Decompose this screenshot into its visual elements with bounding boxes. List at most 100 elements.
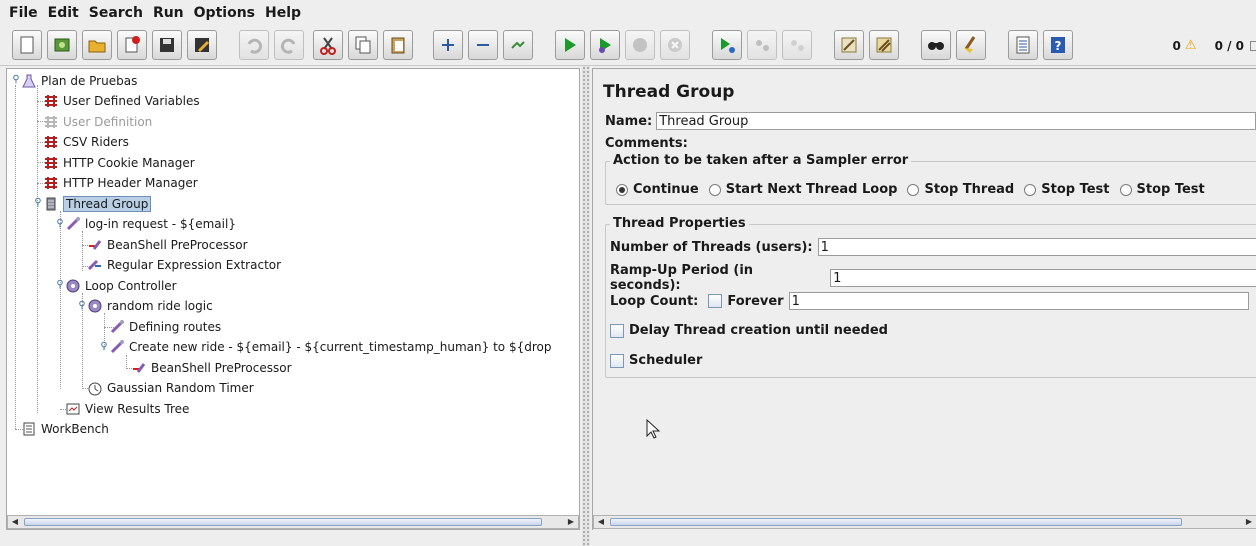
- radio-icon: [1024, 183, 1037, 196]
- clear-icon[interactable]: [834, 30, 864, 60]
- sampler-error-group: Action to be taken after a Sampler error…: [605, 153, 1256, 205]
- tree-item-log-in-request[interactable]: log-in request - ${email}: [65, 214, 236, 234]
- reset-search-icon[interactable]: [956, 30, 986, 60]
- expand-toggle-icon[interactable]: ⚲: [77, 301, 87, 311]
- tree-horizontal-scrollbar[interactable]: ◀ ▶: [7, 515, 579, 529]
- help-icon[interactable]: ?: [1043, 30, 1073, 60]
- threads-row: Number of Threads (users):: [610, 238, 1256, 256]
- preprocessor-icon: [87, 237, 103, 253]
- close-icon[interactable]: [117, 30, 147, 60]
- expand-toggle-icon[interactable]: ⚲: [55, 280, 65, 290]
- tree-item-defining-routes[interactable]: Defining routes: [109, 317, 221, 337]
- scroll-right-icon[interactable]: ▶: [565, 517, 577, 527]
- paste-icon[interactable]: [383, 30, 413, 60]
- scrollbar-thumb[interactable]: [24, 518, 542, 526]
- shutdown-icon[interactable]: [660, 30, 690, 60]
- menu-help[interactable]: Help: [265, 5, 301, 21]
- open-icon[interactable]: [82, 30, 112, 60]
- tree-item-plan-de-pruebas[interactable]: Plan de Pruebas: [21, 71, 137, 91]
- tree-item-view-results-tree[interactable]: View Results Tree: [65, 399, 189, 419]
- menu-search[interactable]: Search: [89, 5, 143, 21]
- redo-icon[interactable]: [274, 30, 304, 60]
- cut-icon[interactable]: [313, 30, 343, 60]
- radio-stop-test-now[interactable]: Stop Test: [1119, 182, 1205, 197]
- remote-stop-icon[interactable]: [747, 30, 777, 60]
- pane-splitter[interactable]: [582, 66, 590, 546]
- radio-start-next-thread-loop[interactable]: Start Next Thread Loop: [708, 182, 897, 197]
- delay-thread-checkbox[interactable]: [610, 323, 624, 338]
- copy-icon[interactable]: [348, 30, 378, 60]
- save-icon[interactable]: [152, 30, 182, 60]
- scrollbar-thumb[interactable]: [610, 518, 1182, 526]
- threads-input[interactable]: [817, 238, 1256, 256]
- expand-toggle-icon[interactable]: ⚲: [55, 219, 65, 229]
- scheduler-checkbox[interactable]: [610, 353, 624, 368]
- tree-item-thread-group[interactable]: Thread Group: [43, 194, 152, 214]
- status-counters: 0 ⚠ 0 / 0: [1173, 38, 1256, 53]
- sampler-error-options: Continue Start Next Thread Loop Stop Thr…: [616, 182, 1215, 197]
- rampup-input[interactable]: [830, 269, 1256, 287]
- listener-icon: [65, 401, 81, 417]
- delay-thread-label: Delay Thread creation until needed: [629, 323, 888, 338]
- expand-toggle-icon[interactable]: ⚲: [11, 75, 21, 85]
- tree-item-loop-controller[interactable]: Loop Controller: [65, 276, 177, 296]
- save-as-icon[interactable]: [187, 30, 217, 60]
- tree-item-regular-expression-extractor[interactable]: Regular Expression Extractor: [87, 255, 281, 275]
- controller-icon: [65, 278, 81, 294]
- start-no-pauses-icon[interactable]: [590, 30, 620, 60]
- tree-item-random-ride-logic[interactable]: random ride logic: [87, 296, 213, 316]
- tree-item-http-cookie-manager[interactable]: HTTP Cookie Manager: [43, 153, 195, 173]
- config-element-icon: [43, 93, 59, 109]
- name-row: Name:: [605, 112, 1256, 130]
- start-icon[interactable]: [555, 30, 585, 60]
- remote-shutdown-icon[interactable]: [782, 30, 812, 60]
- loop-count-input[interactable]: [788, 292, 1249, 310]
- log-toggle-icon[interactable]: [1250, 40, 1256, 51]
- panel-horizontal-scrollbar[interactable]: ◀ ▶: [593, 515, 1256, 529]
- name-input[interactable]: [656, 112, 1256, 130]
- stop-icon[interactable]: [625, 30, 655, 60]
- expand-toggle-icon[interactable]: ⚲: [99, 342, 109, 352]
- thread-properties-title: Thread Properties: [610, 216, 749, 231]
- tree-item-beanshell-preprocessor[interactable]: BeanShell PreProcessor: [87, 235, 248, 255]
- loop-count-row: Loop Count: Forever: [610, 292, 1249, 310]
- tree-item-gaussian-random-timer[interactable]: Gaussian Random Timer: [87, 378, 254, 398]
- warning-icon[interactable]: ⚠: [1185, 38, 1197, 53]
- tree-item-user-defined-variables[interactable]: User Defined Variables: [43, 91, 200, 111]
- collapse-icon[interactable]: [468, 30, 498, 60]
- radio-stop-thread[interactable]: Stop Thread: [907, 182, 1014, 197]
- tree-item-http-header-manager[interactable]: HTTP Header Manager: [43, 173, 198, 193]
- tree-connector: [37, 85, 38, 413]
- search-icon[interactable]: [921, 30, 951, 60]
- tree-item-beanshell-preprocessor-2[interactable]: BeanShell PreProcessor: [131, 358, 292, 378]
- menu-file[interactable]: File: [9, 5, 38, 21]
- remote-start-icon[interactable]: [712, 30, 742, 60]
- menu-edit[interactable]: Edit: [48, 5, 79, 21]
- radio-stop-test[interactable]: Stop Test: [1024, 182, 1110, 197]
- templates-icon[interactable]: [47, 30, 77, 60]
- error-count: 0: [1172, 38, 1181, 53]
- tree-item-csv-riders[interactable]: CSV Riders: [43, 132, 129, 152]
- scroll-right-icon[interactable]: ▶: [1243, 517, 1255, 527]
- undo-icon[interactable]: [239, 30, 269, 60]
- toggle-icon[interactable]: [503, 30, 533, 60]
- expand-toggle-icon[interactable]: ⚲: [33, 198, 43, 208]
- tree-item-workbench[interactable]: WorkBench: [21, 419, 109, 439]
- menu-options[interactable]: Options: [194, 5, 255, 21]
- menu-bar: File Edit Search Run Options Help: [0, 0, 1256, 26]
- new-icon[interactable]: [12, 30, 42, 60]
- sampler-icon: [109, 319, 125, 335]
- config-element-icon: [43, 114, 59, 130]
- comments-label: Comments:: [605, 136, 688, 151]
- scroll-left-icon[interactable]: ◀: [595, 517, 607, 527]
- function-helper-icon[interactable]: [1008, 30, 1038, 60]
- expand-icon[interactable]: [433, 30, 463, 60]
- tree-item-create-new-ride[interactable]: Create new ride - ${email} - ${current_t…: [109, 337, 551, 357]
- tree-item-user-definition[interactable]: User Definition: [43, 112, 152, 132]
- thread-group-icon: [43, 196, 59, 212]
- scroll-left-icon[interactable]: ◀: [9, 517, 21, 527]
- forever-checkbox[interactable]: [708, 294, 723, 308]
- clear-all-icon[interactable]: [869, 30, 899, 60]
- menu-run[interactable]: Run: [153, 5, 184, 21]
- radio-continue[interactable]: Continue: [616, 182, 699, 197]
